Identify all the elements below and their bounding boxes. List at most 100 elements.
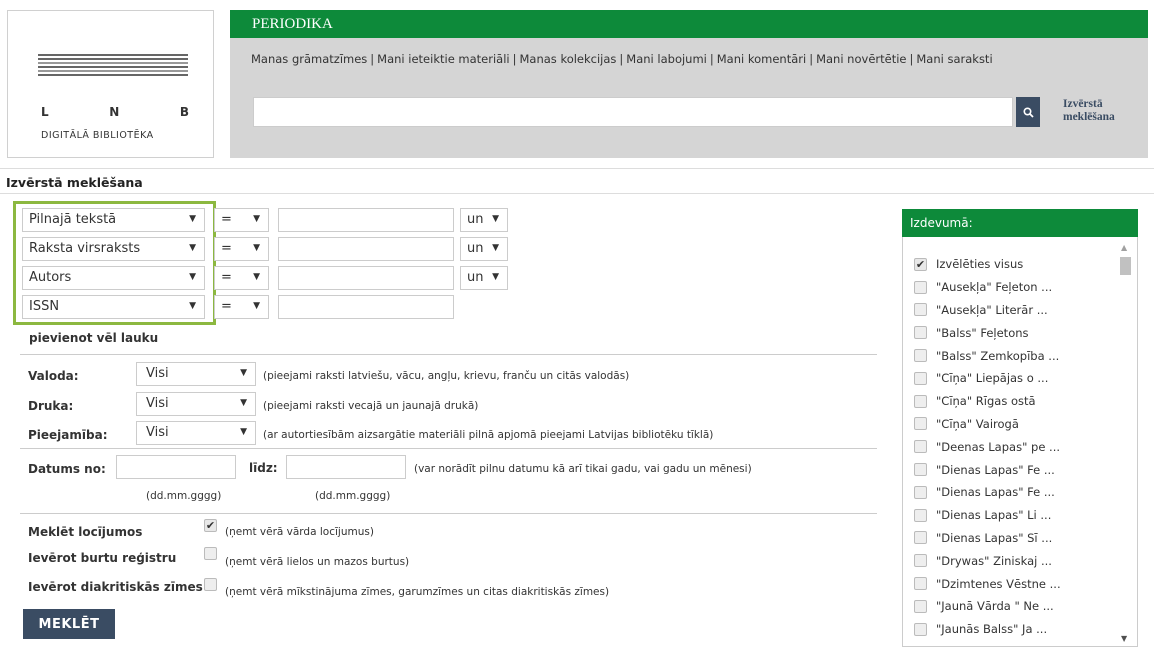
field-select-3[interactable]: Autors ▼: [22, 266, 205, 290]
chevron-down-icon: ▼: [189, 301, 196, 311]
link-lists[interactable]: Mani saraksti: [916, 52, 992, 66]
checkbox[interactable]: [914, 417, 927, 431]
chevron-down-icon: ▼: [492, 243, 499, 253]
search-input[interactable]: [253, 97, 1013, 127]
publication-item[interactable]: "Dienas Lapas" Sī ...: [914, 527, 1061, 550]
date-to-label: līdz:: [249, 461, 278, 475]
case-checkbox[interactable]: [204, 547, 217, 560]
link-edits[interactable]: Mani labojumi: [626, 52, 707, 66]
checkbox[interactable]: [914, 463, 927, 477]
publication-item[interactable]: "Jaunā Vārda " Ne ...: [914, 595, 1061, 618]
field-input-2[interactable]: [278, 237, 454, 261]
advanced-search-link[interactable]: Izvērstā meklēšana: [1063, 98, 1115, 124]
checkbox[interactable]: [914, 622, 927, 636]
checkbox[interactable]: [914, 280, 927, 294]
publication-label: "Ausekļa" Literār ...: [936, 302, 1048, 317]
publication-item[interactable]: "Cīņa" Liepājas o ...: [914, 367, 1061, 390]
link-suggested[interactable]: Mani ieteiktie materiāli: [377, 52, 509, 66]
field-select-1[interactable]: Pilnajā tekstā ▼: [22, 208, 205, 232]
checkbox[interactable]: [914, 599, 927, 613]
operator-select-4[interactable]: = ▼: [214, 295, 269, 319]
date-from-input[interactable]: [116, 455, 236, 479]
search-submit-button[interactable]: MEKLĒT: [23, 609, 115, 639]
publication-label: "Drywas" Ziniskaj ...: [936, 553, 1052, 568]
publication-item[interactable]: "Balss" Feļetons: [914, 321, 1061, 344]
checkbox[interactable]: [914, 531, 927, 545]
publications-title: Izdevumā:: [902, 209, 1138, 237]
publication-item[interactable]: "Dienas Lapas" Fe ...: [914, 481, 1061, 504]
availability-label: Pieejamība:: [28, 428, 108, 442]
publication-item[interactable]: "Cīņa" Vairogā: [914, 413, 1061, 436]
select-all-item[interactable]: ✔ Izvēlēties visus: [914, 253, 1061, 276]
add-field-link[interactable]: pievienot vēl lauku: [29, 331, 158, 345]
publication-item[interactable]: "Dzimtenes Vēstne ...: [914, 572, 1061, 595]
conjunction-select-3[interactable]: un ▼: [460, 266, 508, 290]
checkbox[interactable]: [914, 326, 927, 340]
publication-label: "Balss" Feļetons: [936, 325, 1029, 340]
checkbox[interactable]: [914, 371, 927, 385]
link-comments[interactable]: Mani komentāri: [717, 52, 806, 66]
publication-item[interactable]: "Ausekļa" Feļeton ...: [914, 276, 1061, 299]
checkbox[interactable]: [914, 554, 927, 568]
operator-select-1[interactable]: = ▼: [214, 208, 269, 232]
checkbox[interactable]: [914, 349, 927, 363]
checkbox[interactable]: [914, 303, 927, 317]
link-rated[interactable]: Mani novērtētie: [816, 52, 906, 66]
conjunction-select-1[interactable]: un ▼: [460, 208, 508, 232]
checkbox[interactable]: [914, 485, 927, 499]
publication-label: "Dzimtenes Vēstne ...: [936, 576, 1061, 591]
print-label: Druka:: [28, 399, 74, 413]
publication-item[interactable]: "Deenas Lapas" pe ...: [914, 435, 1061, 458]
checkbox[interactable]: [914, 577, 927, 591]
chevron-down-icon: ▼: [240, 398, 247, 408]
publication-item[interactable]: "Cīņa" Rīgas ostā: [914, 390, 1061, 413]
conjunction-select-2[interactable]: un ▼: [460, 237, 508, 261]
publication-label: "Deenas Lapas" pe ...: [936, 439, 1061, 454]
chevron-down-icon: ▼: [492, 272, 499, 282]
availability-select[interactable]: Visi ▼: [136, 421, 256, 445]
date-to-input[interactable]: [286, 455, 406, 479]
checkbox[interactable]: ✔: [914, 257, 927, 271]
link-collections[interactable]: Manas kolekcijas: [520, 52, 617, 66]
publication-label: "Dienas Lapas" Sī ...: [936, 530, 1053, 545]
field-select-2[interactable]: Raksta virsraksts ▼: [22, 237, 205, 261]
publication-label: "Dienas Lapas" Fe ...: [936, 462, 1055, 477]
site-title[interactable]: PERIODIKA: [252, 16, 333, 33]
publication-label: "Cīņa" Liepājas o ...: [936, 371, 1049, 386]
scroll-up-icon[interactable]: ▲: [1121, 243, 1127, 252]
logo-subtitle: DIGITĀLĀ BIBLIOTĒKA: [41, 130, 154, 141]
field-select-4[interactable]: ISSN ▼: [22, 295, 205, 319]
publication-item[interactable]: "Jaunās Balss" Ja ...: [914, 618, 1061, 641]
publication-item[interactable]: "Drywas" Ziniskaj ...: [914, 549, 1061, 572]
publication-label: "Jaunā Vārda " Ne ...: [936, 599, 1054, 614]
search-button[interactable]: [1016, 97, 1040, 127]
operator-select-3[interactable]: = ▼: [214, 266, 269, 290]
publication-item[interactable]: "Balss" Zemkopība ...: [914, 344, 1061, 367]
publication-item[interactable]: "Dienas Lapas" Li ...: [914, 504, 1061, 527]
publications-list[interactable]: ✔ Izvēlēties visus "Ausekļa" Feļeton ... "A…: [902, 237, 1138, 647]
publications-scrollbar[interactable]: ▲ ▼: [1119, 241, 1131, 643]
checkbox[interactable]: [914, 508, 927, 522]
operator-select-2[interactable]: = ▼: [214, 237, 269, 261]
chevron-down-icon: ▼: [240, 427, 247, 437]
field-input-1[interactable]: [278, 208, 454, 232]
chevron-down-icon: ▼: [189, 243, 196, 253]
checkbox[interactable]: [914, 440, 927, 454]
scroll-down-icon[interactable]: ▼: [1121, 634, 1127, 643]
publication-item[interactable]: "Ausekļa" Literār ...: [914, 299, 1061, 322]
inflections-checkbox[interactable]: ✔: [204, 519, 217, 532]
print-select[interactable]: Visi ▼: [136, 392, 256, 416]
diacritics-checkbox[interactable]: [204, 578, 217, 591]
checkbox[interactable]: [914, 394, 927, 408]
scroll-thumb[interactable]: [1120, 257, 1131, 275]
publication-item[interactable]: "Dienas Lapas" Fe ...: [914, 458, 1061, 481]
logo[interactable]: L N B DIGITĀLĀ BIBLIOTĒKA: [7, 10, 214, 158]
language-select[interactable]: Visi ▼: [136, 362, 256, 386]
field-input-3[interactable]: [278, 266, 454, 290]
chevron-down-icon: ▼: [492, 214, 499, 224]
date-from-format: (dd.mm.gggg): [146, 490, 222, 502]
field-input-4[interactable]: [278, 295, 454, 319]
publication-label: "Cīņa" Vairogā: [936, 416, 1019, 431]
link-bookmarks[interactable]: Manas grāmatzīmes: [251, 52, 367, 66]
case-label: Ievērot burtu reģistru: [28, 551, 177, 565]
